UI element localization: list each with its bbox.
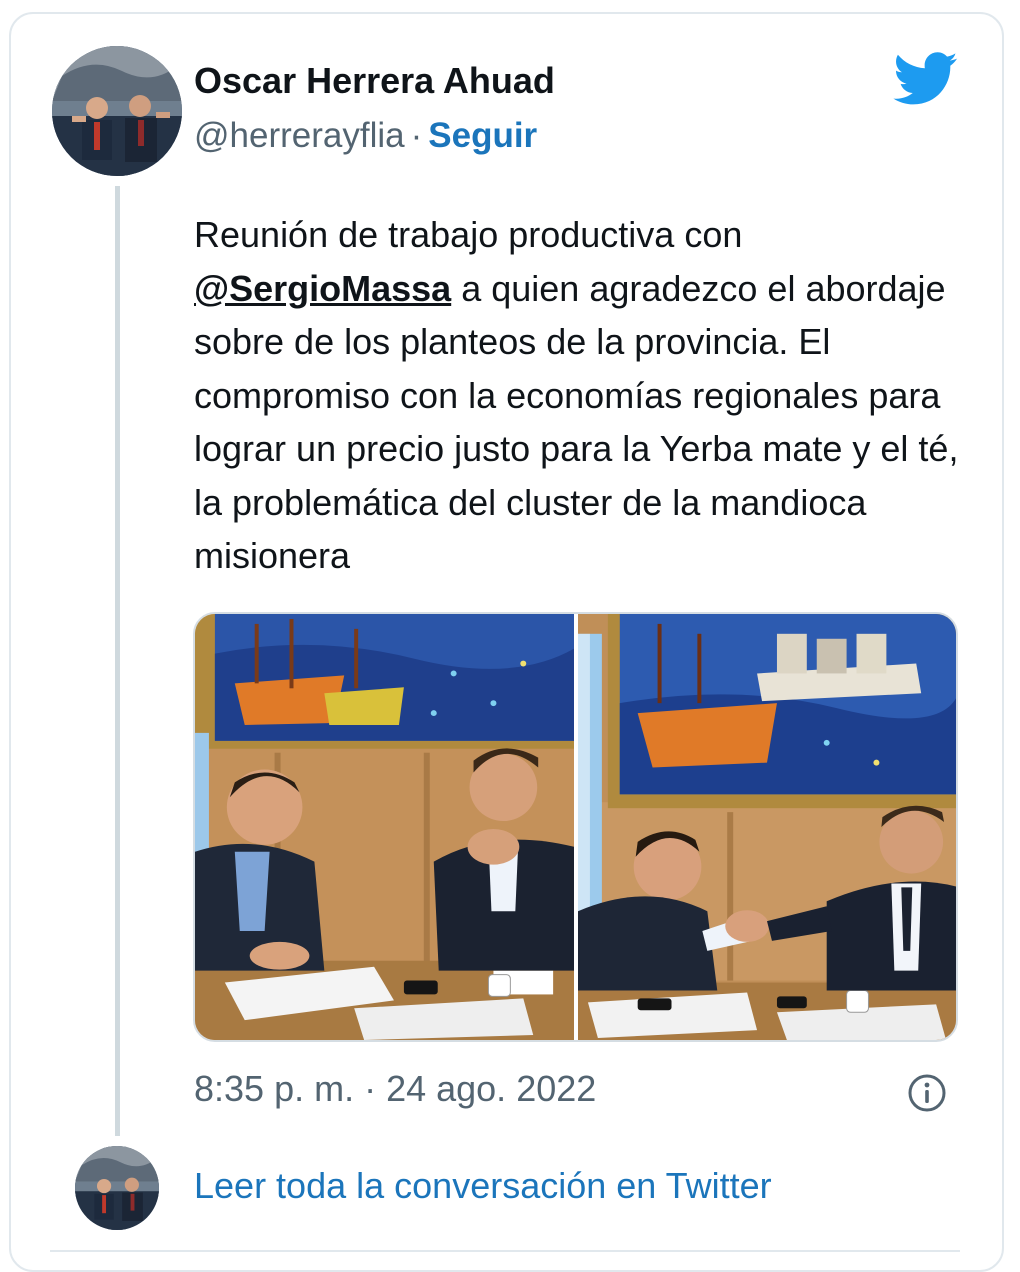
tweet-text: Reunión de trabajo productiva con @Sergi…	[194, 208, 984, 583]
tweet-timestamp[interactable]: 8:35 p. m. · 24 ago. 2022	[194, 1068, 596, 1110]
author-avatar[interactable]	[52, 46, 182, 176]
tweet-media-grid	[193, 612, 958, 1042]
follow-button[interactable]: Seguir	[428, 116, 537, 155]
tweet-photo-2[interactable]	[578, 614, 956, 1040]
bottom-divider	[50, 1250, 960, 1252]
author-avatar-small[interactable]	[75, 1146, 159, 1230]
twitter-bird-icon[interactable]	[893, 52, 959, 106]
tweet-text-body: a quien agradezco el abordaje sobre de l…	[194, 267, 959, 577]
mention-link[interactable]: @SergioMassa	[194, 268, 451, 309]
tweet-text-intro: Reunión de trabajo productiva con	[194, 214, 743, 255]
read-full-conversation-link[interactable]: Leer toda la conversación en Twitter	[194, 1165, 772, 1207]
thread-connector-line	[115, 186, 120, 1136]
author-handle-row: @herrerayflia · Seguir	[194, 116, 537, 156]
info-icon[interactable]	[907, 1073, 947, 1113]
author-name[interactable]: Oscar Herrera Ahuad	[194, 60, 555, 102]
tweet-photo-1[interactable]	[195, 614, 575, 1040]
author-handle[interactable]: @herrerayflia	[194, 116, 405, 155]
separator-dot: ·	[410, 116, 423, 155]
